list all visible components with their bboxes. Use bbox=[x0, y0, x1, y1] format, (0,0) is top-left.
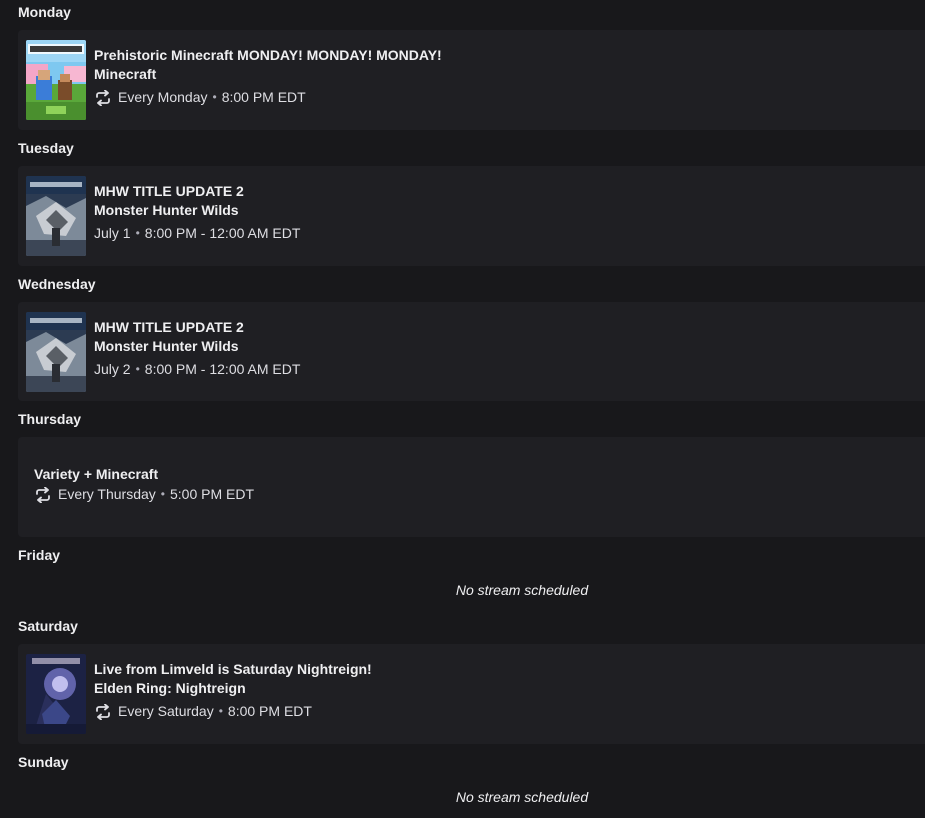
segment-time: 8:00 PM EDT bbox=[221, 89, 306, 105]
stream-schedule: Monday Prehistoric Minecraft MONDAY! MON… bbox=[0, 0, 925, 818]
segment-time: 8:00 PM - 12:00 AM EDT bbox=[144, 225, 301, 241]
schedule-segment-card[interactable]: Prehistoric Minecraft MONDAY! MONDAY! MO… bbox=[18, 30, 925, 130]
segment-time-row: Every Saturday • 8:00 PM EDT bbox=[94, 702, 372, 721]
segment-game[interactable]: Minecraft bbox=[94, 65, 442, 84]
segment-time-row: Every Thursday • 5:00 PM EDT bbox=[34, 485, 254, 504]
schedule-segment-card[interactable]: MHW TITLE UPDATE 2 Monster Hunter Wilds … bbox=[18, 302, 925, 401]
segment-title[interactable]: MHW TITLE UPDATE 2 bbox=[94, 318, 300, 337]
elden-ring-nightreign-cover-icon[interactable] bbox=[26, 654, 86, 734]
day-label: Friday bbox=[18, 547, 61, 563]
segment-date: July 2 bbox=[94, 361, 131, 377]
separator-dot: • bbox=[135, 226, 140, 240]
minecraft-cover-icon[interactable] bbox=[26, 40, 86, 120]
monster-hunter-wilds-cover-icon[interactable] bbox=[26, 176, 86, 256]
separator-dot: • bbox=[135, 362, 140, 376]
repeat-icon bbox=[36, 486, 50, 503]
segment-recurrence: Every Saturday bbox=[118, 703, 214, 719]
segment-time-row: July 1 • 8:00 PM - 12:00 AM EDT bbox=[94, 224, 300, 243]
segment-title[interactable]: Live from Limveld is Saturday Nightreign… bbox=[94, 660, 372, 679]
segment-time: 8:00 PM EDT bbox=[227, 703, 312, 719]
segment-recurrence: Every Monday bbox=[118, 89, 208, 105]
day-label: Tuesday bbox=[18, 140, 74, 156]
segment-recurrence: Every Thursday bbox=[58, 486, 156, 502]
monster-hunter-wilds-cover-icon[interactable] bbox=[26, 312, 86, 392]
day-label: Wednesday bbox=[18, 276, 96, 292]
schedule-segment-card[interactable]: MHW TITLE UPDATE 2 Monster Hunter Wilds … bbox=[18, 166, 925, 266]
day-label: Monday bbox=[18, 4, 71, 20]
segment-info: Live from Limveld is Saturday Nightreign… bbox=[94, 660, 372, 721]
separator-dot: • bbox=[218, 704, 223, 718]
separator-dot: • bbox=[212, 90, 217, 104]
segment-info: MHW TITLE UPDATE 2 Monster Hunter Wilds … bbox=[94, 182, 300, 243]
schedule-segment-card[interactable]: Variety + Minecraft Every Thursday • 5:0… bbox=[18, 437, 925, 537]
segment-game[interactable]: Monster Hunter Wilds bbox=[94, 201, 300, 220]
segment-title[interactable]: Variety + Minecraft bbox=[34, 465, 254, 484]
repeat-icon bbox=[96, 703, 110, 720]
day-label: Sunday bbox=[18, 754, 69, 770]
segment-game[interactable]: Elden Ring: Nightreign bbox=[94, 679, 372, 698]
repeat-icon bbox=[96, 89, 110, 106]
segment-title[interactable]: Prehistoric Minecraft MONDAY! MONDAY! MO… bbox=[94, 46, 442, 65]
separator-dot: • bbox=[160, 487, 165, 501]
no-stream-message: No stream scheduled bbox=[455, 789, 589, 805]
no-stream-message: No stream scheduled bbox=[455, 582, 589, 598]
segment-info: MHW TITLE UPDATE 2 Monster Hunter Wilds … bbox=[94, 318, 300, 379]
schedule-segment-card[interactable]: Live from Limveld is Saturday Nightreign… bbox=[18, 644, 925, 744]
segment-game[interactable]: Monster Hunter Wilds bbox=[94, 337, 300, 356]
day-label: Saturday bbox=[18, 618, 78, 634]
segment-time-row: Every Monday • 8:00 PM EDT bbox=[94, 88, 442, 107]
segment-time: 5:00 PM EDT bbox=[169, 486, 255, 502]
segment-time: 8:00 PM - 12:00 AM EDT bbox=[144, 361, 301, 377]
segment-time-row: July 2 • 8:00 PM - 12:00 AM EDT bbox=[94, 360, 300, 379]
segment-date: July 1 bbox=[94, 225, 131, 241]
day-label: Thursday bbox=[18, 411, 82, 427]
segment-title[interactable]: MHW TITLE UPDATE 2 bbox=[94, 182, 300, 201]
segment-info: Prehistoric Minecraft MONDAY! MONDAY! MO… bbox=[94, 46, 442, 107]
segment-info: Variety + Minecraft Every Thursday • 5:0… bbox=[34, 465, 254, 504]
